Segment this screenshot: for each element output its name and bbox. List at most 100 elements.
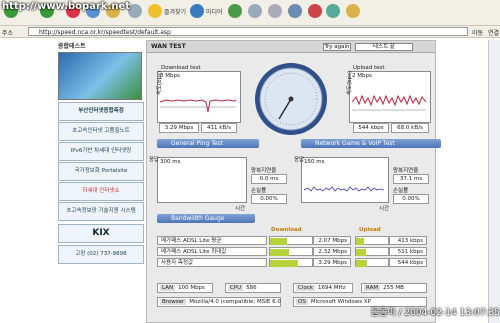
bw-row-label: 사용자 측정값 [157, 258, 267, 267]
search-button[interactable] [128, 4, 142, 18]
sys-os-label: OS [296, 299, 308, 305]
ping-test-header: General Ping Test [157, 139, 259, 148]
star-icon [148, 4, 162, 18]
bw-row: 메가패스 ADSL Lite 평균 2.07 Mbps 413 kbps [157, 236, 427, 245]
sidebar-item-support[interactable]: 초고속정보망 기술지원 시스템 [58, 202, 144, 221]
bw-down-value: 3.29 Mbps [313, 258, 351, 267]
sys-browser-label: Browser [160, 299, 187, 305]
bw-up-bar [356, 260, 367, 267]
footer-watermark: 돌돌이 / 2004-02-14 13:07:35 [370, 308, 500, 318]
mail-icon [248, 4, 262, 18]
mail-button[interactable] [248, 4, 262, 18]
bw-up-value: 544 kbps [389, 258, 427, 267]
sys-ram-label: RAM [364, 285, 381, 291]
bw-up-bar [356, 249, 366, 256]
speedtest-panel: WAN TEST Try again 테스트 끝 Download test 8… [146, 40, 441, 323]
discuss-button[interactable] [308, 4, 322, 18]
upload-rate: 544 kbps [353, 123, 389, 133]
sys-lan-value: 100 Mbps [178, 285, 205, 291]
sys-cpu-label: CPU [228, 285, 244, 291]
upload-axis-label: 속도(bps) [347, 70, 354, 96]
bw-down-value: 2.32 Mbps [313, 247, 351, 256]
bw-down-bar [270, 260, 298, 267]
address-bar: 주소 http://speed.nca.or.kr/speedtest/defa… [0, 26, 500, 38]
upload-line [351, 94, 427, 111]
ping-graph: 300 ms [157, 157, 247, 203]
sys-clock: Clock 1694 MHz [293, 283, 353, 293]
sidebar-item-quality-note[interactable]: 초고속인터넷 고품질노트 [58, 122, 144, 141]
sys-ram-value: 255 MB [383, 285, 404, 291]
messenger-button[interactable] [326, 4, 340, 18]
top-watermark: http://www.bopark.net [2, 1, 131, 12]
upload-graph: 2 Mbps [349, 71, 431, 123]
sys-browser-value: Mozilla/4.0 (compatible; MSIE 6.0 [189, 299, 281, 305]
edit-button[interactable] [288, 4, 302, 18]
edit-icon [288, 4, 302, 18]
voip-graph: 150 ms [301, 157, 389, 203]
download-rate: 3.29 Mbps [159, 123, 199, 133]
bw-row: 사용자 측정값 3.29 Mbps 544 kbps [157, 258, 427, 267]
upload-bytes: 68.0 kB/s [391, 123, 429, 133]
bw-download-label: Download [271, 227, 302, 233]
bw-up-value: 413 kbps [389, 236, 427, 245]
history-button[interactable] [228, 4, 242, 18]
sys-lan: LAN 100 Mbps [157, 283, 213, 293]
sys-os-value: Microsoft Windows XP [310, 299, 371, 305]
test-status: 테스트 끝 [355, 43, 413, 51]
sys-lan-label: LAN [160, 285, 176, 291]
bw-up-bar [356, 238, 364, 245]
sidebar-item-kix[interactable]: KIX [58, 224, 144, 243]
sidebar-item-busan[interactable]: 부산인터넷종합측정 [58, 102, 144, 121]
sidebar-item-ipv6[interactable]: IPv6기반 차세대 인터넷망 [58, 142, 144, 161]
ping-axis-label: 응답 [149, 157, 160, 163]
messenger-icon [326, 4, 340, 18]
research-button[interactable] [346, 4, 360, 18]
bw-upload-label: Upload [359, 227, 381, 233]
ping-rtt-label: 왕복지연율 [251, 168, 277, 174]
vertical-scrollbar[interactable] [488, 40, 500, 323]
ping-time-label: 시간 [235, 206, 246, 212]
sys-cpu: CPU 586 [225, 283, 281, 293]
links-button[interactable]: 연결 [488, 28, 499, 37]
sys-cpu-value: 586 [246, 285, 257, 291]
voip-axis-label: 응답 [294, 157, 305, 163]
bw-down-bar [270, 238, 288, 245]
sidebar-item-show[interactable]: 하세대 인터넷쇼 [58, 182, 144, 201]
favorites-label: 즐겨찾기 [164, 8, 187, 16]
sys-ram: RAM 255 MB [361, 283, 427, 293]
sys-clock-label: Clock [296, 285, 315, 291]
bandwidth-header: Bandwidth Gauge [157, 214, 255, 223]
voip-time-label: 시간 [379, 206, 390, 212]
url-input[interactable]: http://speed.nca.or.kr/speedtest/default… [28, 27, 468, 36]
favorites-button[interactable]: 즐겨찾기 [148, 4, 186, 18]
print-button[interactable] [268, 4, 282, 18]
media-button[interactable]: 미디어 [190, 4, 223, 18]
ping-rtt: 0.0 ms [251, 174, 287, 184]
discuss-icon [308, 4, 322, 18]
voip-rtt-label: 왕복지연율 [393, 168, 419, 174]
bw-down-bar [270, 249, 290, 256]
voip-ymax: 150 ms [304, 159, 325, 165]
print-icon [268, 4, 282, 18]
media-icon [190, 4, 204, 18]
download-axis-label: 속도(bps) [157, 70, 164, 96]
download-graph: 8 Mbps [157, 71, 241, 123]
go-button[interactable]: 이동 [472, 28, 483, 37]
try-again-button[interactable]: Try again [323, 43, 351, 51]
voip-test-header: Network Game & VoIP Test [301, 139, 441, 148]
bw-up-value: 511 kbps [389, 247, 427, 256]
bw-down-track [269, 247, 313, 256]
sidebar-title: 종합테스트 [58, 43, 86, 50]
sidebar-item-portal[interactable]: 국가정보화 Portalsite [58, 162, 144, 181]
ping-ymax: 300 ms [160, 159, 181, 165]
download-bytes: 411 kB/s [201, 123, 237, 133]
history-icon [228, 4, 242, 18]
sidebar: 종합테스트 부산인터넷종합측정 초고속인터넷 고품질노트 IPv6기반 차세대 … [54, 40, 146, 323]
media-label: 미디어 [206, 8, 223, 16]
ping-loss: 0.00% [251, 194, 287, 204]
bw-down-track [269, 258, 313, 267]
bw-row-label: 메가패스 ADSL Lite 평균 [157, 236, 267, 245]
earth-banner [58, 52, 142, 100]
bulb-icon [346, 4, 360, 18]
sys-clock-value: 1694 MHz [317, 285, 346, 291]
